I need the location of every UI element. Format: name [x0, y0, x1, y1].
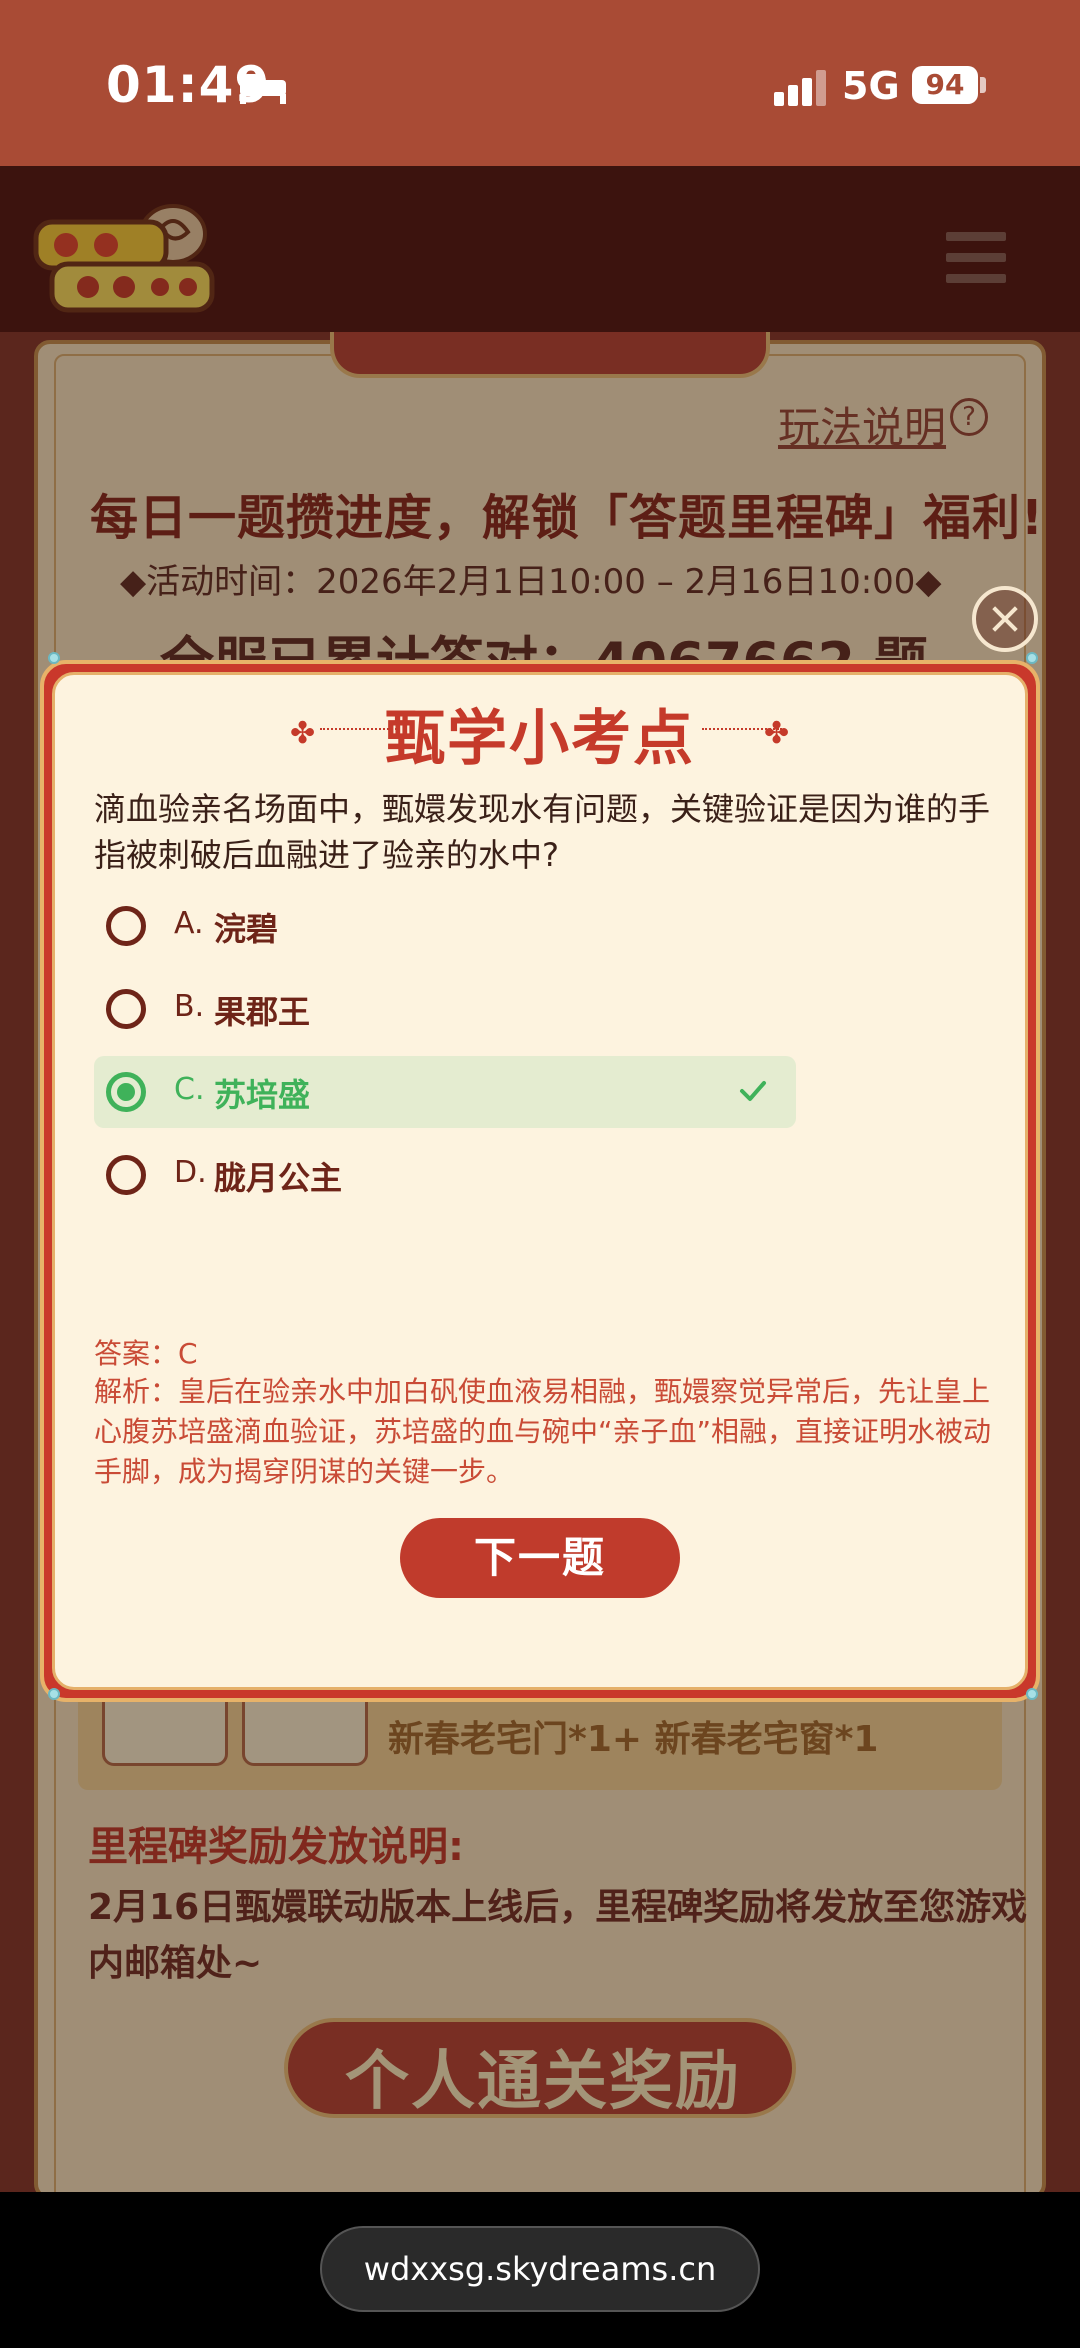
title-flower-icon: ✤ [764, 716, 790, 751]
network-type: 5G [842, 64, 900, 108]
option-text: 苏培盛 [214, 1076, 311, 1114]
corner-ornament [48, 652, 60, 664]
option-text: 浣碧 [214, 910, 279, 948]
corner-ornament [1026, 652, 1038, 664]
explanation-text: 解析：皇后在验亲水中加白矾使血液易相融，甄嬛察觉异常后，先让皇上心腹苏培盛滴血验… [94, 1375, 992, 1488]
option-letter: C. [174, 1072, 205, 1107]
title-flower-icon: ✤ [290, 716, 316, 751]
radio-selected-icon[interactable] [106, 1072, 146, 1112]
option-letter: B. [174, 989, 205, 1024]
option-letter: A. [174, 906, 204, 941]
battery-cap [980, 77, 986, 93]
next-question-button[interactable]: 下一题 [400, 1518, 680, 1598]
option-text: 胧月公主 [214, 1159, 343, 1197]
quiz-title: 甄学小考点 [385, 704, 695, 774]
check-icon [740, 1081, 766, 1101]
option-b[interactable]: B. 果郡王 [94, 973, 796, 1045]
close-icon[interactable] [972, 586, 1038, 652]
option-c[interactable]: C. 苏培盛 [94, 1056, 796, 1128]
answer-text: 答案：C [94, 1337, 198, 1370]
cellular-signal-icon [774, 70, 826, 106]
status-bar: 01:49 5G 94 [0, 0, 1080, 166]
corner-ornament [48, 1688, 60, 1700]
radio-icon[interactable] [106, 1155, 146, 1195]
radio-icon[interactable] [106, 989, 146, 1029]
corner-ornament [1026, 1688, 1038, 1700]
option-text: 果郡王 [214, 993, 311, 1031]
url-bar[interactable]: wdxxsg.skydreams.cn [320, 2226, 760, 2312]
option-a[interactable]: A. 浣碧 [94, 890, 796, 962]
option-d[interactable]: D. 胧月公主 [94, 1139, 796, 1211]
option-letter: D. [174, 1155, 207, 1190]
radio-icon[interactable] [106, 906, 146, 946]
sleep-focus-icon [240, 74, 286, 104]
battery-icon: 94 [912, 66, 978, 104]
quiz-question: 滴血验亲名场面中，甄嬛发现水有问题，关键验证是因为谁的手指被刺破后血融进了验亲的… [94, 790, 991, 874]
